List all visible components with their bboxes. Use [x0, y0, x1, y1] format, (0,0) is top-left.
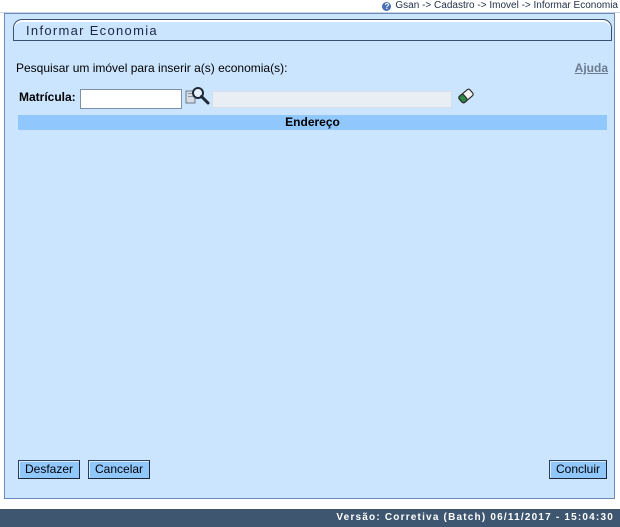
title-bar: Informar Economia	[13, 19, 612, 41]
matricula-description-field	[212, 91, 452, 108]
address-column-header: Endereço	[18, 115, 607, 130]
page-title: Informar Economia	[26, 23, 158, 38]
matricula-label: Matrícula:	[19, 90, 76, 104]
breadcrumb-text: Gsan -> Cadastro -> Imovel -> Informar E…	[395, 0, 618, 11]
breadcrumb: ? Gsan -> Cadastro -> Imovel -> Informar…	[382, 0, 618, 12]
matricula-input[interactable]	[80, 89, 182, 109]
version-footer: Versão: Corretiva (Batch) 06/11/2017 - 1…	[0, 509, 620, 527]
eraser-icon[interactable]	[456, 86, 476, 106]
cancel-button[interactable]: Cancelar	[88, 460, 151, 479]
search-icon[interactable]	[185, 85, 211, 107]
version-text: Versão: Corretiva (Batch) 06/11/2017 - 1…	[336, 512, 614, 523]
finish-button[interactable]: Concluir	[548, 460, 607, 479]
bottom-spacer	[0, 500, 620, 509]
help-icon[interactable]: ?	[382, 1, 392, 11]
undo-button[interactable]: Desfazer	[18, 460, 81, 479]
instruction-text: Pesquisar um imóvel para inserir a(s) ec…	[16, 61, 288, 75]
main-panel: Informar Economia Pesquisar um imóvel pa…	[4, 13, 615, 499]
help-link[interactable]: Ajuda	[575, 61, 608, 75]
